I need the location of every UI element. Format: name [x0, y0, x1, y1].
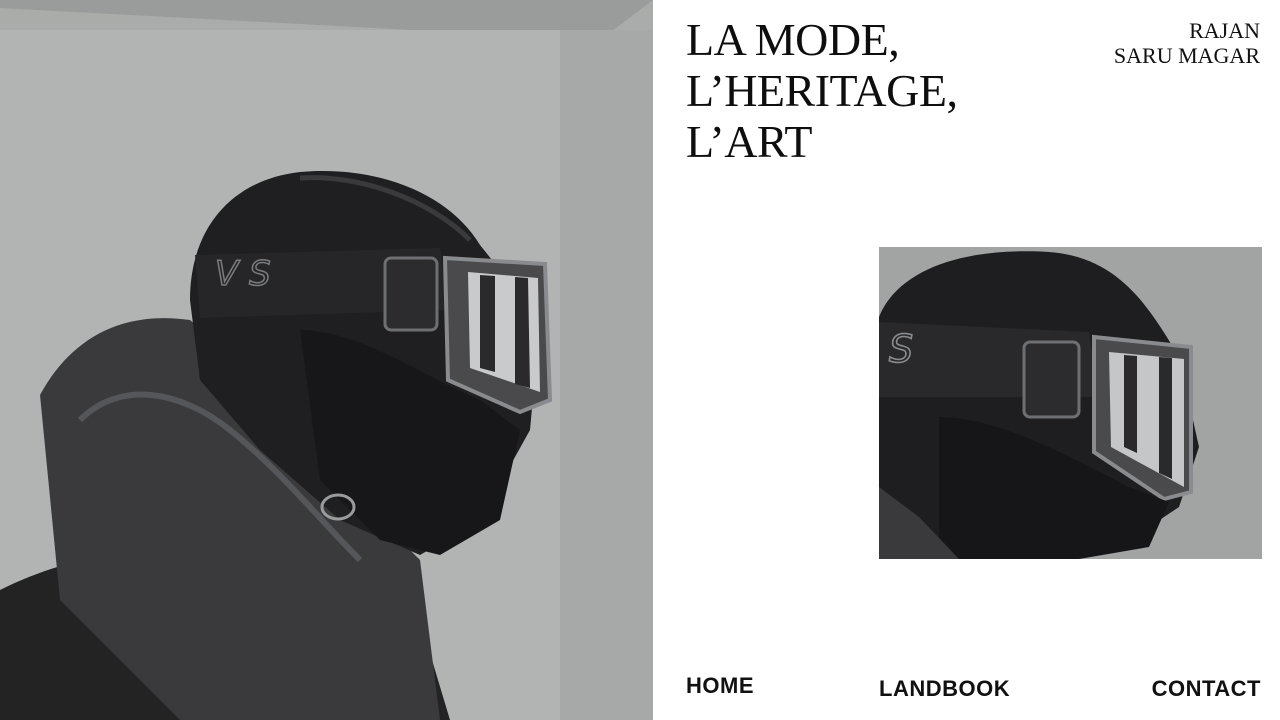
- nav-link-contact[interactable]: CONTACT: [1152, 676, 1261, 702]
- hooded-figure-illustration: V S: [0, 0, 653, 720]
- hero-image: V S: [0, 0, 653, 720]
- svg-text:V S: V S: [215, 254, 271, 294]
- author-first-name: RAJAN: [1189, 18, 1260, 43]
- title-line-2: L’HERITAGE,: [686, 65, 958, 116]
- page-title: LA MODE, L’HERITAGE, L’ART: [686, 14, 958, 167]
- nav-link-landbook[interactable]: LANDBOOK: [879, 676, 1010, 702]
- title-line-3: L’ART: [686, 116, 812, 167]
- svg-text:S: S: [889, 327, 913, 371]
- hooded-figure-closeup-illustration: S: [879, 247, 1262, 559]
- nav-link-home[interactable]: HOME: [686, 673, 754, 699]
- thumbnail-image: S: [879, 247, 1262, 559]
- title-line-1: LA MODE,: [686, 14, 900, 65]
- author-name: RAJAN SARU MAGAR: [1114, 18, 1260, 68]
- author-last-name: SARU MAGAR: [1113, 43, 1260, 68]
